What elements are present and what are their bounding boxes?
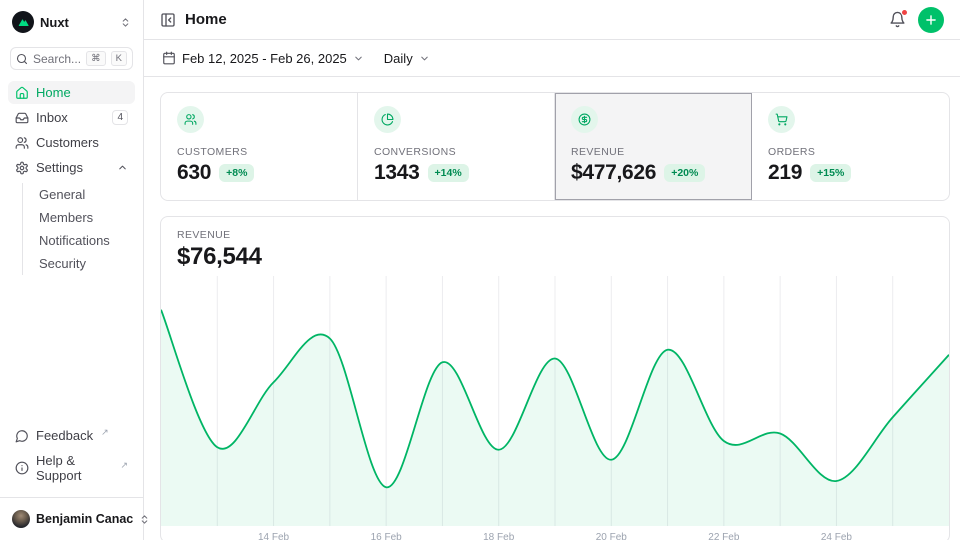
shopping-cart-icon <box>775 113 788 126</box>
message-circle-icon <box>15 429 29 443</box>
app: Nuxt Search... ⌘ K Home Inbox 4 <box>0 0 960 540</box>
topbar: Home <box>144 0 960 40</box>
external-link-icon: ↗ <box>101 427 109 438</box>
main: Home Feb 12, 2025 - Feb 26, 2025 Daily <box>144 0 960 540</box>
svg-text:18 Feb: 18 Feb <box>483 532 515 540</box>
collapse-sidebar-button[interactable] <box>160 12 176 28</box>
revenue-chart-card: REVENUE $76,544 14 Feb 16 Feb 18 Feb 20 Feb… <box>160 216 950 540</box>
nuxt-logo-icon <box>12 11 34 33</box>
topbar-actions <box>889 7 944 33</box>
sidebar-item-notifications[interactable]: Notifications <box>33 229 135 252</box>
external-link-icon: ↗ <box>120 460 128 471</box>
sidebar-item-settings[interactable]: Settings <box>8 156 135 179</box>
stat-delta-badge: +15% <box>810 164 851 182</box>
sidebar-item-label: Home <box>36 85 71 100</box>
chevron-down-icon <box>419 53 430 64</box>
chevron-up-icon <box>117 162 128 173</box>
date-range-button[interactable]: Feb 12, 2025 - Feb 26, 2025 <box>160 47 366 70</box>
stats-row: CUSTOMERS 630 +8% CONVERSIONS 1343 +14% RE… <box>160 92 950 201</box>
date-range-label: Feb 12, 2025 - Feb 26, 2025 <box>182 51 347 66</box>
stat-delta-badge: +8% <box>219 164 254 182</box>
stat-value: 219 <box>768 161 802 185</box>
panel-left-close-icon <box>160 12 176 28</box>
footer-item-label: Feedback <box>36 428 93 443</box>
chart-header: REVENUE $76,544 <box>161 217 949 276</box>
kbd-k: K <box>111 51 127 66</box>
svg-text:16 Feb: 16 Feb <box>371 532 403 540</box>
svg-text:22 Feb: 22 Feb <box>708 532 740 540</box>
circle-dollar-icon <box>578 113 591 126</box>
users-icon <box>15 136 29 150</box>
sidebar-item-general[interactable]: General <box>33 183 135 206</box>
filters-toolbar: Feb 12, 2025 - Feb 26, 2025 Daily <box>144 40 960 77</box>
search-icon <box>16 53 28 65</box>
gear-icon <box>15 161 29 175</box>
sidebar-item-inbox[interactable]: Inbox 4 <box>8 106 135 129</box>
chart-value: $76,544 <box>177 243 933 271</box>
svg-text:20 Feb: 20 Feb <box>596 532 628 540</box>
calendar-icon <box>162 51 176 65</box>
stat-label: REVENUE <box>571 146 735 158</box>
inbox-count-badge: 4 <box>112 110 128 125</box>
sidebar: Nuxt Search... ⌘ K Home Inbox 4 <box>0 0 144 540</box>
sidebar-item-security[interactable]: Security <box>33 252 135 275</box>
revenue-chart: 14 Feb 16 Feb 18 Feb 20 Feb 22 Feb 24 Feb <box>161 276 949 540</box>
avatar <box>12 510 30 528</box>
sidebar-footer: Feedback ↗ Help & Support ↗ Benjamin Canac <box>8 424 135 530</box>
footer-item-label: Help & Support <box>36 453 112 483</box>
search-placeholder: Search... <box>33 52 81 66</box>
stat-delta-badge: +14% <box>428 164 469 182</box>
stat-cell-conversions[interactable]: CONVERSIONS 1343 +14% <box>358 93 555 200</box>
search-input[interactable]: Search... ⌘ K <box>10 47 133 70</box>
user-name: Benjamin Canac <box>36 512 133 526</box>
stat-value: 1343 <box>374 161 420 185</box>
kbd-meta: ⌘ <box>86 51 106 66</box>
stat-value: $477,626 <box>571 161 656 185</box>
svg-text:14 Feb: 14 Feb <box>258 532 290 540</box>
sidebar-item-customers[interactable]: Customers <box>8 131 135 154</box>
chevrons-up-down-icon <box>120 17 131 28</box>
stat-label: ORDERS <box>768 146 933 158</box>
stat-delta-badge: +20% <box>664 164 705 182</box>
sidebar-item-members[interactable]: Members <box>33 206 135 229</box>
user-menu[interactable]: Benjamin Canac <box>8 508 135 530</box>
stat-cell-revenue[interactable]: REVENUE $477,626 +20% <box>555 93 752 200</box>
content: CUSTOMERS 630 +8% CONVERSIONS 1343 +14% RE… <box>144 77 960 540</box>
page-title: Home <box>185 11 227 28</box>
sidebar-item-home[interactable]: Home <box>8 81 135 104</box>
plus-icon <box>924 13 938 27</box>
feedback-link[interactable]: Feedback ↗ <box>8 424 135 447</box>
team-name: Nuxt <box>40 15 114 30</box>
info-icon <box>15 461 29 475</box>
sidebar-item-label: Inbox <box>36 110 68 125</box>
inbox-icon <box>15 111 29 125</box>
stat-cell-customers[interactable]: CUSTOMERS 630 +8% <box>161 93 358 200</box>
add-button[interactable] <box>918 7 944 33</box>
period-button[interactable]: Daily <box>382 47 432 70</box>
team-selector[interactable]: Nuxt <box>8 10 135 34</box>
period-label: Daily <box>384 51 413 66</box>
stat-cell-orders[interactable]: ORDERS 219 +15% <box>752 93 949 200</box>
stat-value: 630 <box>177 161 211 185</box>
pie-chart-icon <box>381 113 394 126</box>
chart-label: REVENUE <box>177 229 933 241</box>
sidebar-item-label: Customers <box>36 135 99 150</box>
notifications-button[interactable] <box>889 11 906 28</box>
home-icon <box>15 86 29 100</box>
stat-label: CUSTOMERS <box>177 146 341 158</box>
stat-label: CONVERSIONS <box>374 146 538 158</box>
help-support-link[interactable]: Help & Support ↗ <box>8 449 135 487</box>
sidebar-divider <box>0 497 143 498</box>
svg-text:24 Feb: 24 Feb <box>821 532 853 540</box>
notification-dot <box>901 9 908 16</box>
chevron-down-icon <box>353 53 364 64</box>
settings-submenu: General Members Notifications Security <box>22 183 135 275</box>
sidebar-item-label: Settings <box>36 160 83 175</box>
sidebar-nav: Home Inbox 4 Customers Settings General <box>8 81 135 275</box>
users-icon <box>184 113 197 126</box>
